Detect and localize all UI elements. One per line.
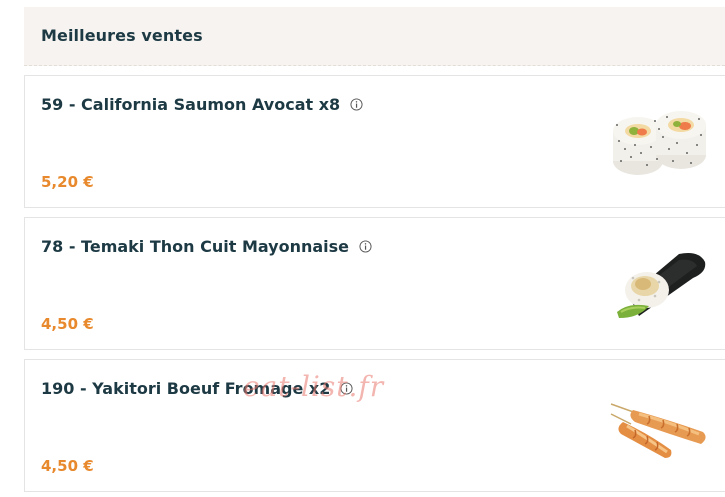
product-name[interactable]: 190 - Yakitori Boeuf Fromage x2: [41, 379, 353, 398]
section-title: Meilleures ventes: [41, 26, 203, 45]
product-name-text: 78 - Temaki Thon Cuit Mayonnaise: [41, 237, 350, 256]
product-name[interactable]: 78 - Temaki Thon Cuit Mayonnaise: [41, 237, 372, 256]
info-circle-icon[interactable]: [359, 239, 372, 253]
product-name[interactable]: 59 - California Saumon Avocat x8: [41, 95, 363, 114]
product-price: 5,20 €: [41, 173, 94, 191]
product-card[interactable]: 78 - Temaki Thon Cuit Mayonnaise 4,50 €: [24, 217, 725, 350]
product-price: 4,50 €: [41, 315, 94, 333]
product-card[interactable]: 190 - Yakitori Boeuf Fromage x2 4,50 €: [24, 359, 725, 492]
section-header: Meilleures ventes: [24, 7, 725, 66]
california-roll-image: [613, 111, 706, 175]
product-name-text: 59 - California Saumon Avocat x8: [41, 95, 341, 114]
product-name-text: 190 - Yakitori Boeuf Fromage x2: [41, 379, 331, 398]
info-circle-icon[interactable]: [350, 97, 363, 111]
product-card[interactable]: 59 - California Saumon Avocat x8 5,20 €: [24, 75, 725, 208]
product-price: 4,50 €: [41, 457, 94, 475]
info-circle-icon[interactable]: [340, 381, 353, 395]
yakitori-image: [610, 403, 706, 458]
temaki-image: [617, 253, 706, 318]
